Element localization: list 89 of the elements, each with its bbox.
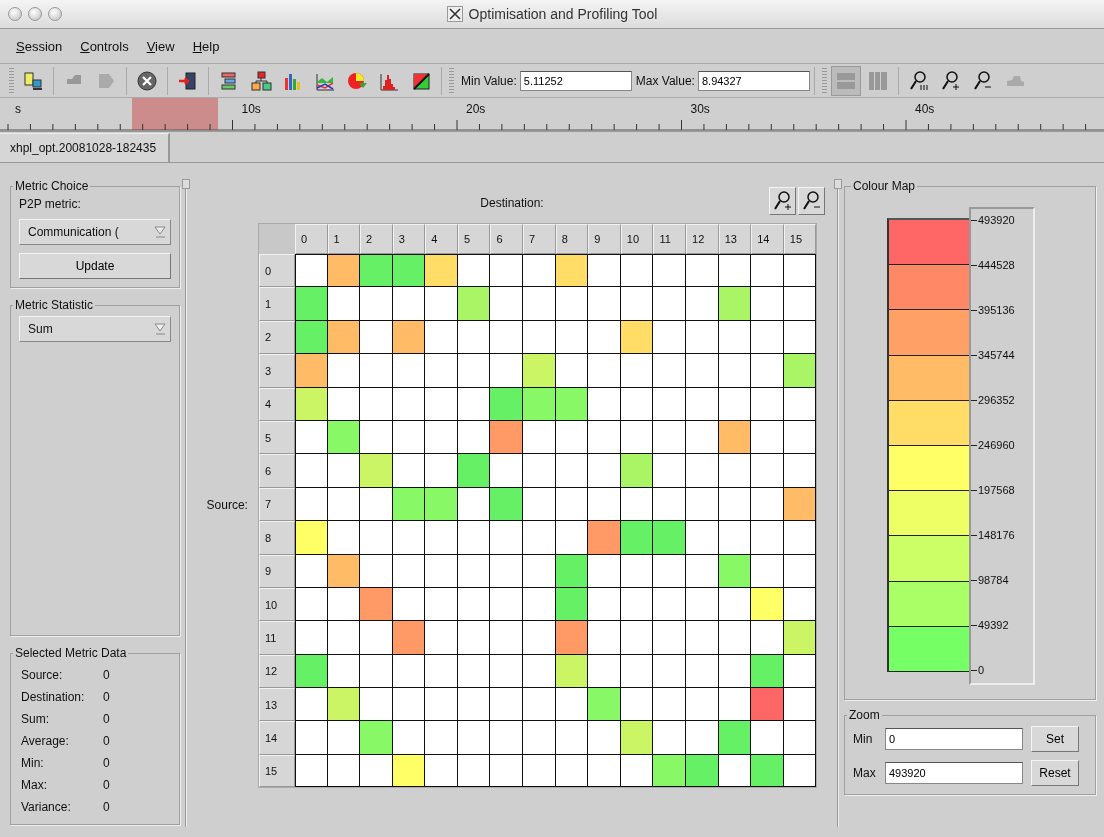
row-header[interactable]: 8 [258, 521, 295, 555]
row-header[interactable]: 10 [258, 587, 295, 622]
max-value-label: Max Value: [635, 73, 695, 88]
row-header[interactable]: 2 [258, 320, 295, 355]
row-header[interactable]: 1 [258, 287, 295, 321]
reset-button[interactable]: Reset [1031, 760, 1079, 786]
column-header[interactable]: 13 [718, 224, 752, 254]
scale-label: 395136 [971, 303, 1033, 317]
time-label: s [15, 102, 21, 116]
group-title: Metric Statistic [14, 298, 94, 312]
scale-label: 444528 [971, 258, 1033, 272]
group-title: Selected Metric Data [14, 646, 128, 660]
group-title: Colour Map [852, 179, 917, 193]
column-header[interactable]: 9 [588, 224, 621, 254]
max-value-field[interactable]: 8.94327 [697, 70, 810, 91]
time-label: 10s [241, 102, 261, 116]
menu-item[interactable]: View [146, 38, 175, 54]
max-field[interactable]: 493920 [885, 762, 1023, 784]
row-header[interactable]: 15 [258, 754, 295, 787]
data-label: Max: [21, 778, 48, 792]
row-header[interactable]: 5 [258, 420, 295, 455]
file-tab[interactable]: xhpl_opt.20081028-182435 [0, 133, 171, 162]
scale-label: 98784 [971, 573, 1033, 587]
row-header[interactable]: 0 [258, 254, 295, 288]
time-label: 40s [915, 102, 935, 116]
column-header[interactable]: 0 [294, 224, 328, 254]
min-value-field[interactable]: 5.11252 [519, 70, 632, 91]
metric-dropdown[interactable]: Communication ( [19, 219, 171, 245]
min-field[interactable]: 0 [885, 728, 1023, 750]
column-header[interactable]: 1 [327, 224, 361, 254]
data-value: 0 [103, 668, 111, 682]
column-header[interactable]: 11 [653, 224, 687, 254]
scale-label: 0 [971, 663, 1033, 677]
data-label: Source: [21, 668, 64, 682]
row-header[interactable]: 4 [258, 387, 295, 421]
window-title: Optimisation and Profiling Tool [468, 6, 658, 22]
group-title: Zoom [848, 708, 881, 722]
axis-title: Source: [206, 498, 248, 513]
column-header[interactable]: 8 [555, 224, 589, 254]
data-label: Min: [21, 756, 45, 770]
statistic-dropdown[interactable]: Sum [19, 316, 171, 342]
min-value-label: Min Value: [461, 73, 517, 88]
row-header[interactable]: 3 [258, 354, 295, 388]
menu-item[interactable]: Controls [80, 38, 129, 54]
scale-label: 246960 [971, 438, 1033, 452]
data-label: Destination: [21, 690, 86, 704]
row-header[interactable]: 14 [258, 721, 295, 755]
row-header[interactable]: 12 [258, 654, 295, 689]
menu-item[interactable]: Help [192, 38, 220, 54]
column-header[interactable]: 4 [425, 224, 458, 254]
field-label: Max [853, 766, 877, 780]
row-header[interactable]: 11 [258, 621, 295, 655]
time-label: 30s [690, 102, 710, 116]
column-header[interactable]: 15 [783, 224, 817, 254]
column-header[interactable]: 7 [523, 224, 556, 254]
data-value: 0 [103, 800, 111, 814]
update-button[interactable]: Update [19, 253, 171, 279]
data-value: 0 [103, 778, 111, 792]
set-button[interactable]: Set [1031, 726, 1079, 752]
data-label: Average: [21, 734, 70, 748]
row-header[interactable]: 9 [258, 554, 295, 588]
column-header[interactable]: 10 [620, 224, 654, 254]
row-header[interactable]: 6 [258, 454, 295, 488]
menu-item[interactable]: Session [16, 38, 63, 54]
data-label: Variance: [21, 800, 72, 814]
axis-title: Destination: [480, 196, 544, 210]
data-value: 0 [103, 712, 111, 726]
data-value: 0 [103, 734, 111, 748]
group-title: Metric Choice [14, 179, 90, 193]
column-header[interactable]: 6 [490, 224, 524, 254]
row-header[interactable]: 7 [258, 487, 295, 522]
scale-label: 148176 [971, 528, 1033, 542]
time-label: 20s [466, 102, 486, 116]
scale-label: 493920 [971, 213, 1033, 227]
scale-label: 345744 [971, 348, 1033, 362]
data-value: 0 [103, 756, 111, 770]
scale-label: 197568 [971, 483, 1033, 497]
row-header[interactable]: 13 [258, 688, 295, 722]
data-value: 0 [103, 690, 111, 704]
column-header[interactable]: 3 [392, 224, 426, 254]
scale-label: 49392 [971, 618, 1033, 632]
column-header[interactable]: 14 [751, 224, 784, 254]
scale-label: 296352 [971, 393, 1033, 407]
column-header[interactable]: 2 [360, 224, 393, 254]
field-label: Min [853, 732, 874, 746]
column-header[interactable]: 5 [457, 224, 491, 254]
field-label: P2P metric: [19, 197, 82, 211]
column-header[interactable]: 12 [686, 224, 719, 254]
data-label: Sum: [21, 712, 50, 726]
